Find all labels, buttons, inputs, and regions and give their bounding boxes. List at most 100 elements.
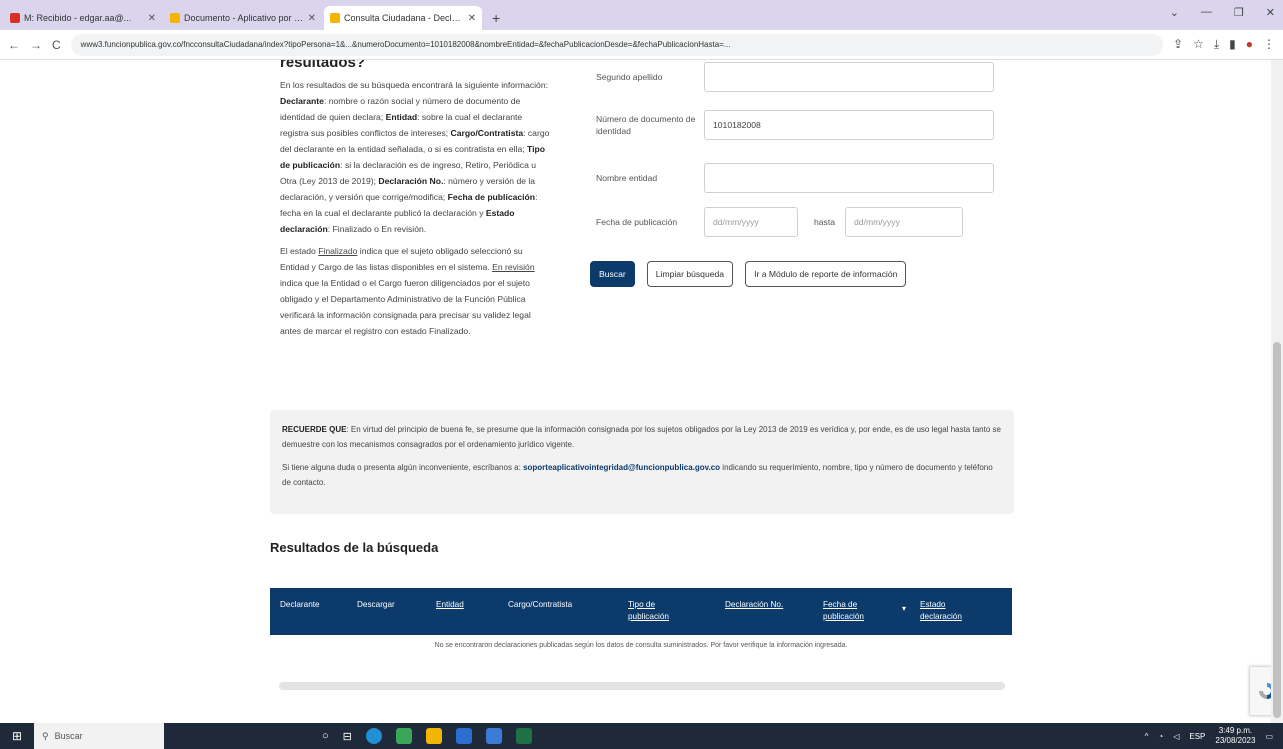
help-term: Entidad xyxy=(385,112,418,122)
url-field[interactable]: www3.funcionpublica.gov.co/fncconsultaCi… xyxy=(70,33,1163,56)
notice-text: Si tiene alguna duda o presenta algún in… xyxy=(282,463,524,472)
chevron-down-icon[interactable]: ⌄ xyxy=(1170,6,1179,19)
segundo-apellido-row: Segundo apellido xyxy=(596,62,994,92)
fecha-hasta-input[interactable]: dd/mm/yyyy xyxy=(845,207,964,237)
help-column: resultados? En los resultados de su búsq… xyxy=(280,60,552,339)
close-icon[interactable]: ✕ xyxy=(468,13,476,24)
profile-icon[interactable]: ● xyxy=(1246,37,1253,52)
window-controls: ⌄ — ❐ ✕ xyxy=(1170,6,1275,19)
edge-icon[interactable] xyxy=(365,728,382,744)
help-term: Cargo/Contratista xyxy=(450,128,524,138)
column-declaracion-no[interactable]: Declaración No. xyxy=(725,599,787,611)
close-window-icon[interactable]: ✕ xyxy=(1266,6,1275,19)
estado-revision-link: En revisión xyxy=(492,262,535,272)
taskbar-search[interactable]: ⚲ Buscar xyxy=(34,723,164,749)
sidebar-icon[interactable]: ▮ xyxy=(1229,37,1236,52)
volume-icon[interactable]: ◁ xyxy=(1173,732,1179,741)
document-icon xyxy=(170,13,180,23)
modulo-reporte-button[interactable]: Ir a Módulo de reporte de información xyxy=(745,261,907,287)
excel-icon[interactable] xyxy=(515,728,532,744)
column-fecha-publicacion[interactable]: Fecha de publicación xyxy=(823,599,879,623)
help-term: Fecha de publicación xyxy=(447,192,536,202)
help-title: resultados? xyxy=(280,60,366,71)
help-text: En los resultados de su búsqueda encontr… xyxy=(280,80,549,90)
page-scrollbar[interactable] xyxy=(1271,60,1283,723)
taskbar-search-placeholder: Buscar xyxy=(54,731,83,741)
fecha-label: Fecha de publicación xyxy=(596,217,678,227)
fecha-desde-input[interactable]: dd/mm/yyyy xyxy=(704,207,798,237)
support-email-link[interactable]: soporteaplicativointegridad@funcionpubli… xyxy=(523,463,720,472)
tab-title: Documento - Aplicativo por la I... xyxy=(184,13,304,23)
minimize-icon[interactable]: — xyxy=(1201,6,1212,19)
help-text: : Finalizado o En revisión. xyxy=(327,224,427,234)
entidad-row: Nombre entidad xyxy=(596,163,994,193)
num-doc-input[interactable]: 1010182008 xyxy=(704,110,994,140)
tab-title: M: Recibido - edgar.aa@... xyxy=(24,13,132,23)
help-text: indica que la Entidad o el Cargo fueron … xyxy=(280,278,531,336)
star-icon[interactable]: ☆ xyxy=(1193,37,1204,52)
file-explorer-icon[interactable] xyxy=(425,728,442,744)
fecha-row: Fecha de publicación dd/mm/yyyy hasta dd… xyxy=(596,207,964,237)
help-text: El estado xyxy=(280,246,319,256)
task-view-icon[interactable]: ○ xyxy=(322,730,329,742)
download-icon[interactable]: ⤓ xyxy=(1214,37,1219,52)
browser-tab-consulta[interactable]: Consulta Ciudadana - Declara... ✕ xyxy=(324,6,482,30)
table-horizontal-scrollbar[interactable] xyxy=(279,682,1005,690)
chrome-icon[interactable] xyxy=(395,728,412,744)
gmail-icon xyxy=(10,13,20,23)
column-tipo-publicacion[interactable]: Tipo de publicación xyxy=(628,599,688,623)
column-entidad[interactable]: Entidad xyxy=(436,599,464,611)
num-doc-label: Número de documento de identidad xyxy=(596,114,696,136)
maximize-icon[interactable]: ❐ xyxy=(1234,6,1244,19)
back-icon[interactable]: ← xyxy=(8,38,20,52)
help-term: Declaración No. xyxy=(378,176,444,186)
url-text: www3.funcionpublica.gov.co/fncconsultaCi… xyxy=(80,40,731,49)
forward-icon[interactable]: → xyxy=(30,38,42,52)
browser-tab-documento[interactable]: Documento - Aplicativo por la I... ✕ xyxy=(164,6,322,30)
help-paragraph-1: En los resultados de su búsqueda encontr… xyxy=(280,77,552,237)
share-icon[interactable]: ⇪ xyxy=(1173,37,1183,52)
tab-title: Consulta Ciudadana - Declara... xyxy=(344,13,464,23)
notice-paragraph-1: RECUERDE QUE: En virtud del principio de… xyxy=(282,422,1002,452)
taskbar-apps: ○ ⊟ xyxy=(322,728,532,744)
system-tray: ^ ◔ ◁ ESP 3:49 p.m. 23/08/2023 ▭ xyxy=(1145,723,1273,749)
help-term: Declarante xyxy=(280,96,324,106)
browser-tab-gmail[interactable]: M: Recibido - edgar.aa@... ✕ xyxy=(4,6,162,30)
notifications-icon[interactable]: ▭ xyxy=(1265,732,1273,741)
results-title: Resultados de la búsqueda xyxy=(270,540,439,555)
column-estado-declaracion[interactable]: Estado declaración xyxy=(920,599,976,623)
estado-finalizado-link: Finalizado xyxy=(318,246,358,256)
entidad-input[interactable] xyxy=(704,163,994,193)
column-declarante: Declarante xyxy=(280,600,320,609)
search-icon: ⚲ xyxy=(42,730,49,741)
num-doc-row: Número de documento de identidad 1010182… xyxy=(596,110,994,140)
taskbar-clock[interactable]: 3:49 p.m. 23/08/2023 xyxy=(1215,726,1255,746)
tray-chevron-icon[interactable]: ^ xyxy=(1145,732,1149,741)
new-tab-button[interactable]: + xyxy=(484,10,508,30)
windows-taskbar: ⊞ ⚲ Buscar ○ ⊟ ^ ◔ ◁ ESP 3:49 p.m. 23/08… xyxy=(0,723,1283,749)
clock-time: 3:49 p.m. xyxy=(1218,726,1253,735)
site-icon xyxy=(330,13,340,23)
mail-icon[interactable] xyxy=(455,728,472,744)
hasta-label: hasta xyxy=(814,217,836,227)
scroll-thumb[interactable] xyxy=(1273,342,1281,718)
windows-start-icon[interactable]: ⊞ xyxy=(0,729,34,743)
form-buttons: Buscar Limpiar búsqueda Ir a Módulo de r… xyxy=(590,261,907,287)
notice-heading: RECUERDE QUE xyxy=(282,425,347,434)
column-descargar: Descargar xyxy=(357,600,395,609)
sort-arrow-icon[interactable]: ▾ xyxy=(902,604,906,613)
buscar-button[interactable]: Buscar xyxy=(590,261,635,287)
reload-icon[interactable]: C xyxy=(52,38,61,52)
segundo-apellido-input[interactable] xyxy=(704,62,994,92)
address-bar: ← → C www3.funcionpublica.gov.co/fnccons… xyxy=(0,30,1283,60)
close-icon[interactable]: ✕ xyxy=(148,13,156,24)
widgets-icon[interactable]: ⊟ xyxy=(343,730,352,743)
notice-text: : En virtud del principio de buena fe, s… xyxy=(282,425,1001,449)
page-content: resultados? En los resultados de su búsq… xyxy=(0,60,1283,723)
network-icon[interactable]: ◔ xyxy=(1158,732,1163,741)
limpiar-busqueda-button[interactable]: Limpiar búsqueda xyxy=(646,261,734,287)
menu-icon[interactable]: ⋮ xyxy=(1263,37,1275,52)
language-indicator[interactable]: ESP xyxy=(1189,732,1205,741)
close-icon[interactable]: ✕ xyxy=(308,13,316,24)
store-icon[interactable] xyxy=(485,728,502,744)
